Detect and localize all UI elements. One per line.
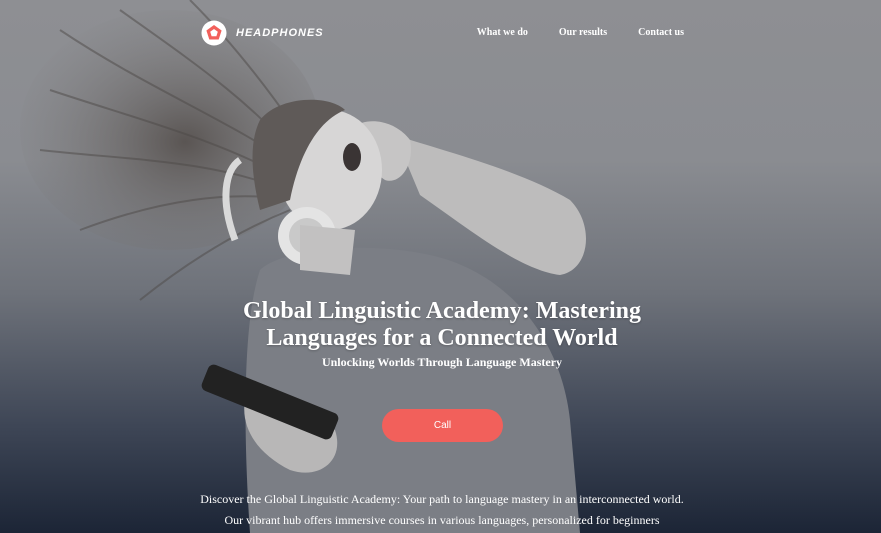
nav-our-results[interactable]: Our results: [559, 27, 607, 38]
hero-subtitle: Unlocking Worlds Through Language Master…: [321, 355, 563, 369]
top-navbar: HEADPHONES What we do Our results Contac…: [0, 0, 881, 66]
brand-name: HEADPHONES: [236, 27, 324, 39]
intro-paragraph: Discover the Global Linguistic Academy: …: [200, 492, 684, 527]
hero-section: [0, 0, 881, 533]
hero-background-photo: [20, 0, 587, 533]
pentagon-logo-icon: [201, 20, 227, 46]
nav-what-we-do[interactable]: What we do: [477, 27, 528, 38]
hero-title: Global Linguistic Academy: Mastering Lan…: [243, 298, 641, 351]
main-nav: What we do Our results Contact us: [446, 27, 684, 38]
nav-contact-us[interactable]: Contact us: [638, 27, 684, 38]
call-button[interactable]: Call: [382, 409, 503, 442]
brand-logo[interactable]: HEADPHONES: [201, 20, 324, 46]
